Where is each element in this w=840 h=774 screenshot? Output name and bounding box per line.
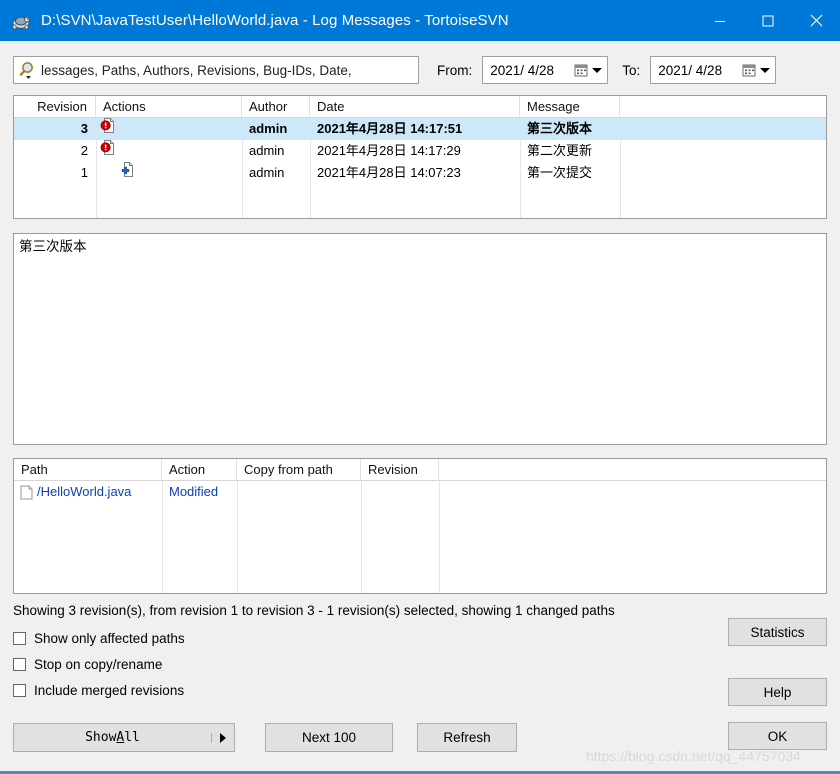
table-row[interactable]: 2 admin 2021年4月28日 14:17:29 第二次更新: [14, 140, 826, 162]
refresh-button[interactable]: Refresh: [417, 723, 517, 752]
column-header-message[interactable]: Message: [520, 96, 620, 118]
revision-list[interactable]: Revision Actions Author Date Message 3 a…: [13, 95, 827, 219]
paths-rows: /HelloWorld.java Modified: [14, 481, 826, 503]
to-date-picker[interactable]: 2021/ 4/28: [650, 56, 777, 84]
from-date-value: 2021/ 4/28: [490, 62, 555, 78]
cell-copy-from-path: [237, 481, 361, 503]
cell-filler: [439, 481, 826, 503]
show-all-label: Show All: [85, 730, 140, 745]
cell-revision: 3: [80, 121, 88, 136]
column-header-filler: [620, 96, 826, 118]
cell-filler: [620, 118, 826, 140]
next-100-button[interactable]: Next 100: [265, 723, 393, 752]
cell-message: 第一次提交: [527, 165, 593, 180]
to-date-dropdown-arrow[interactable]: [760, 67, 771, 73]
column-header-actions[interactable]: Actions: [96, 96, 242, 118]
cell-revision: 2: [80, 143, 88, 158]
bottom-button-bar: Show All Next 100 Refresh: [13, 723, 517, 752]
checkbox-show-only-affected-paths[interactable]: Show only affected paths: [13, 625, 827, 651]
from-date-picker[interactable]: 2021/ 4/28: [482, 56, 609, 84]
checkbox-label: Show only affected paths: [34, 630, 185, 646]
search-input[interactable]: lessages, Paths, Authors, Revisions, Bug…: [13, 56, 419, 84]
chevron-right-icon: [220, 732, 226, 743]
cell-actions: [96, 118, 242, 140]
path-text: /HelloWorld.java: [37, 484, 132, 499]
table-row[interactable]: 3 admin 2021年4月28日 14:17:51 第三次版本: [14, 118, 826, 140]
table-row[interactable]: 1 admin 2021年4月28日 14:07:23 第一次提交: [14, 162, 826, 184]
paths-list-header: Path Action Copy from path Revision: [14, 459, 826, 481]
filter-toolbar: lessages, Paths, Authors, Revisions, Bug…: [0, 51, 840, 89]
from-label: From:: [437, 62, 473, 78]
column-header-revision[interactable]: Revision: [14, 96, 96, 118]
cell-action: Modified: [169, 484, 219, 499]
checkbox-box[interactable]: [13, 631, 26, 645]
to-date-value: 2021/ 4/28: [658, 62, 723, 78]
show-all-dropdown-button[interactable]: [211, 732, 234, 743]
window-titlebar: D:\SVN\JavaTestUser\HelloWorld.java - Lo…: [0, 0, 840, 41]
cell-filler: [620, 162, 826, 184]
cell-message: 第三次版本: [527, 121, 593, 136]
cell-date: 2021年4月28日 14:17:29: [317, 143, 461, 158]
magnifier-icon[interactable]: [18, 59, 40, 81]
tortoise-icon: [10, 10, 32, 32]
ok-button[interactable]: OK: [728, 722, 827, 750]
checkbox-label: Include merged revisions: [34, 682, 185, 698]
cell-date: 2021年4月28日 14:07:23: [317, 165, 461, 180]
calendar-icon[interactable]: [574, 63, 589, 78]
column-header-path-revision[interactable]: Revision: [361, 459, 439, 481]
window-controls: [696, 0, 840, 41]
close-button[interactable]: [792, 0, 840, 41]
checkbox-include-merged-revisions[interactable]: Include merged revisions: [13, 677, 827, 703]
cell-author: admin: [249, 121, 288, 136]
to-label: To:: [622, 62, 641, 78]
revision-rows: 3 admin 2021年4月28日 14:17:51 第三次版本 2 admi…: [14, 118, 826, 184]
checkbox-stop-on-copy-rename[interactable]: Stop on copy/rename: [13, 651, 827, 677]
table-row[interactable]: /HelloWorld.java Modified: [14, 481, 826, 503]
calendar-icon[interactable]: [742, 63, 757, 78]
modified-file-icon: [100, 140, 117, 162]
cell-date: 2021年4月28日 14:17:51: [317, 121, 463, 136]
column-header-copy-from-path[interactable]: Copy from path: [237, 459, 361, 481]
checkbox-label: Stop on copy/rename: [34, 656, 163, 672]
column-header-path[interactable]: Path: [14, 459, 162, 481]
column-header-author[interactable]: Author: [242, 96, 310, 118]
minimize-button[interactable]: [696, 0, 744, 41]
modified-file-icon: [100, 118, 117, 140]
column-header-filler: [439, 459, 826, 481]
cell-path: /HelloWorld.java: [14, 481, 162, 503]
cell-message: 第二次更新: [527, 143, 593, 158]
commit-message-pane[interactable]: 第三次版本: [13, 233, 827, 445]
cell-revision: 1: [80, 165, 88, 180]
search-placeholder-text: lessages, Paths, Authors, Revisions, Bug…: [41, 62, 352, 78]
added-file-icon: [118, 162, 135, 184]
checkbox-box[interactable]: [13, 657, 26, 671]
commit-message-text: 第三次版本: [19, 239, 87, 254]
cell-author: admin: [249, 143, 285, 158]
file-icon: [20, 485, 33, 500]
from-date-dropdown-arrow[interactable]: [592, 67, 603, 73]
window-title: D:\SVN\JavaTestUser\HelloWorld.java - Lo…: [41, 12, 509, 29]
maximize-button[interactable]: [744, 0, 792, 41]
revision-list-header: Revision Actions Author Date Message: [14, 96, 826, 118]
cell-filler: [620, 140, 826, 162]
show-all-button[interactable]: Show All: [13, 723, 235, 752]
status-text: Showing 3 revision(s), from revision 1 t…: [13, 603, 615, 618]
checkbox-box[interactable]: [13, 683, 26, 697]
column-header-action[interactable]: Action: [162, 459, 237, 481]
column-header-date[interactable]: Date: [310, 96, 520, 118]
cell-author: admin: [249, 165, 285, 180]
cell-actions: [96, 140, 242, 162]
help-button[interactable]: Help: [728, 678, 827, 706]
watermark-text: https://blog.csdn.net/qq_44757034: [586, 748, 801, 764]
statistics-button[interactable]: Statistics: [728, 618, 827, 646]
cell-path-revision: [361, 481, 439, 503]
options-group: Show only affected paths Stop on copy/re…: [13, 625, 827, 703]
changed-paths-list[interactable]: Path Action Copy from path Revision /Hel…: [13, 458, 827, 594]
cell-actions: [96, 162, 242, 184]
